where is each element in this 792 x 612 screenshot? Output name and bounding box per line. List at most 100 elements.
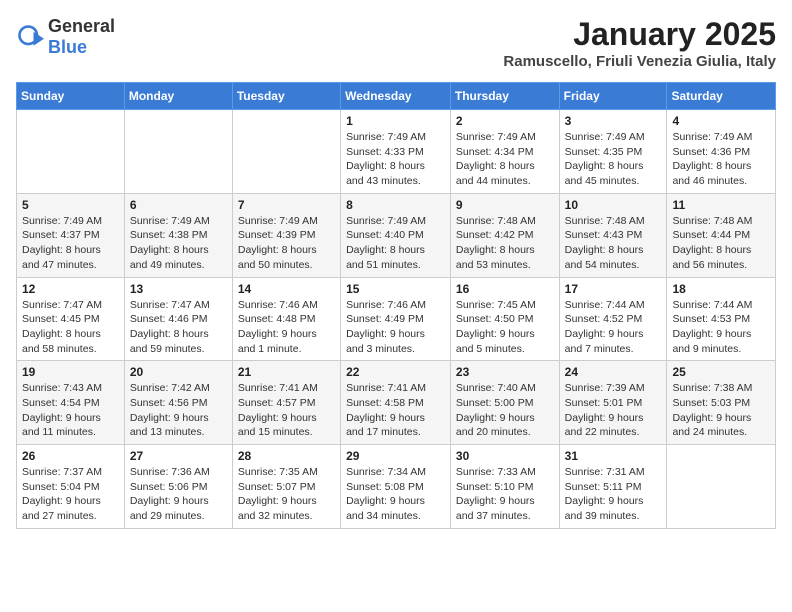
day-number: 26: [22, 449, 119, 463]
day-number: 12: [22, 282, 119, 296]
day-info: Sunrise: 7:41 AM Sunset: 4:58 PM Dayligh…: [346, 381, 445, 440]
day-info: Sunrise: 7:42 AM Sunset: 4:56 PM Dayligh…: [130, 381, 227, 440]
day-number: 19: [22, 365, 119, 379]
calendar-cell: 5 Sunrise: 7:49 AM Sunset: 4:37 PM Daylig…: [17, 193, 125, 277]
day-info: Sunrise: 7:33 AM Sunset: 5:10 PM Dayligh…: [456, 465, 554, 524]
logo: General Blue: [16, 16, 115, 58]
day-number: 9: [456, 198, 554, 212]
day-info: Sunrise: 7:49 AM Sunset: 4:39 PM Dayligh…: [238, 214, 335, 273]
calendar-cell: 16 Sunrise: 7:45 AM Sunset: 4:50 PM Dayli…: [450, 277, 559, 361]
day-number: 1: [346, 114, 445, 128]
header-tuesday: Tuesday: [232, 83, 340, 110]
day-info: Sunrise: 7:48 AM Sunset: 4:42 PM Dayligh…: [456, 214, 554, 273]
day-info: Sunrise: 7:49 AM Sunset: 4:38 PM Dayligh…: [130, 214, 227, 273]
day-info: Sunrise: 7:41 AM Sunset: 4:57 PM Dayligh…: [238, 381, 335, 440]
calendar-cell: 4 Sunrise: 7:49 AM Sunset: 4:36 PM Daylig…: [667, 110, 776, 194]
day-number: 17: [565, 282, 662, 296]
calendar-cell: 23 Sunrise: 7:40 AM Sunset: 5:00 PM Dayli…: [450, 361, 559, 445]
calendar-cell: 3 Sunrise: 7:49 AM Sunset: 4:35 PM Daylig…: [559, 110, 667, 194]
calendar-cell: 26 Sunrise: 7:37 AM Sunset: 5:04 PM Dayli…: [17, 445, 125, 529]
calendar-cell: [667, 445, 776, 529]
header-saturday: Saturday: [667, 83, 776, 110]
calendar-cell: 9 Sunrise: 7:48 AM Sunset: 4:42 PM Daylig…: [450, 193, 559, 277]
day-info: Sunrise: 7:31 AM Sunset: 5:11 PM Dayligh…: [565, 465, 662, 524]
day-info: Sunrise: 7:49 AM Sunset: 4:34 PM Dayligh…: [456, 130, 554, 189]
day-info: Sunrise: 7:45 AM Sunset: 4:50 PM Dayligh…: [456, 298, 554, 357]
calendar-cell: 7 Sunrise: 7:49 AM Sunset: 4:39 PM Daylig…: [232, 193, 340, 277]
day-info: Sunrise: 7:47 AM Sunset: 4:46 PM Dayligh…: [130, 298, 227, 357]
day-number: 21: [238, 365, 335, 379]
day-number: 24: [565, 365, 662, 379]
day-info: Sunrise: 7:44 AM Sunset: 4:53 PM Dayligh…: [672, 298, 770, 357]
day-info: Sunrise: 7:43 AM Sunset: 4:54 PM Dayligh…: [22, 381, 119, 440]
day-number: 14: [238, 282, 335, 296]
calendar-cell: 10Sunrise: 7:48 AM Sunset: 4:43 PM Dayli…: [559, 193, 667, 277]
header-friday: Friday: [559, 83, 667, 110]
calendar-cell: 30 Sunrise: 7:33 AM Sunset: 5:10 PM Dayli…: [450, 445, 559, 529]
day-info: Sunrise: 7:49 AM Sunset: 4:35 PM Dayligh…: [565, 130, 662, 189]
day-number: 29: [346, 449, 445, 463]
day-info: Sunrise: 7:47 AM Sunset: 4:45 PM Dayligh…: [22, 298, 119, 357]
calendar-cell: 13 Sunrise: 7:47 AM Sunset: 4:46 PM Dayli…: [124, 277, 232, 361]
header-wednesday: Wednesday: [341, 83, 451, 110]
day-number: 11: [672, 198, 770, 212]
day-number: 16: [456, 282, 554, 296]
calendar-cell: 19 Sunrise: 7:43 AM Sunset: 4:54 PM Dayli…: [17, 361, 125, 445]
day-number: 25: [672, 365, 770, 379]
day-info: Sunrise: 7:49 AM Sunset: 4:40 PM Dayligh…: [346, 214, 445, 273]
calendar-cell: 31 Sunrise: 7:31 AM Sunset: 5:11 PM Dayli…: [559, 445, 667, 529]
calendar-cell: 24Sunrise: 7:39 AM Sunset: 5:01 PM Dayli…: [559, 361, 667, 445]
day-info: Sunrise: 7:49 AM Sunset: 4:37 PM Dayligh…: [22, 214, 119, 273]
day-number: 30: [456, 449, 554, 463]
day-info: Sunrise: 7:49 AM Sunset: 4:33 PM Dayligh…: [346, 130, 445, 189]
calendar-subtitle: Ramuscello, Friuli Venezia Giulia, Italy: [503, 53, 776, 70]
calendar-cell: 28Sunrise: 7:35 AM Sunset: 5:07 PM Dayli…: [232, 445, 340, 529]
calendar-cell: 17 Sunrise: 7:44 AM Sunset: 4:52 PM Dayli…: [559, 277, 667, 361]
day-number: 27: [130, 449, 227, 463]
day-info: Sunrise: 7:40 AM Sunset: 5:00 PM Dayligh…: [456, 381, 554, 440]
day-info: Sunrise: 7:48 AM Sunset: 4:43 PM Dayligh…: [565, 214, 662, 273]
calendar-cell: 1 Sunrise: 7:49 AM Sunset: 4:33 PM Daylig…: [341, 110, 451, 194]
calendar-cell: 11 Sunrise: 7:48 AM Sunset: 4:44 PM Dayli…: [667, 193, 776, 277]
day-info: Sunrise: 7:34 AM Sunset: 5:08 PM Dayligh…: [346, 465, 445, 524]
day-number: 15: [346, 282, 445, 296]
calendar-title: January 2025: [503, 16, 776, 53]
calendar-cell: [17, 110, 125, 194]
logo-text-blue: Blue: [48, 37, 87, 57]
calendar-week-row: 5 Sunrise: 7:49 AM Sunset: 4:37 PM Daylig…: [17, 193, 776, 277]
day-number: 7: [238, 198, 335, 212]
day-number: 3: [565, 114, 662, 128]
day-number: 31: [565, 449, 662, 463]
calendar-cell: 20Sunrise: 7:42 AM Sunset: 4:56 PM Dayli…: [124, 361, 232, 445]
day-number: 13: [130, 282, 227, 296]
day-info: Sunrise: 7:49 AM Sunset: 4:36 PM Dayligh…: [672, 130, 770, 189]
calendar-cell: 27 Sunrise: 7:36 AM Sunset: 5:06 PM Dayli…: [124, 445, 232, 529]
calendar-cell: 12 Sunrise: 7:47 AM Sunset: 4:45 PM Dayli…: [17, 277, 125, 361]
page-header: General Blue January 2025 Ramuscello, Fr…: [16, 16, 776, 70]
day-number: 18: [672, 282, 770, 296]
day-number: 5: [22, 198, 119, 212]
logo-text-general: General: [48, 16, 115, 36]
calendar-cell: 14Sunrise: 7:46 AM Sunset: 4:48 PM Dayli…: [232, 277, 340, 361]
calendar-cell: 8 Sunrise: 7:49 AM Sunset: 4:40 PM Daylig…: [341, 193, 451, 277]
day-number: 4: [672, 114, 770, 128]
day-info: Sunrise: 7:48 AM Sunset: 4:44 PM Dayligh…: [672, 214, 770, 273]
day-info: Sunrise: 7:37 AM Sunset: 5:04 PM Dayligh…: [22, 465, 119, 524]
calendar-cell: 6 Sunrise: 7:49 AM Sunset: 4:38 PM Daylig…: [124, 193, 232, 277]
calendar-cell: 2Sunrise: 7:49 AM Sunset: 4:34 PM Daylig…: [450, 110, 559, 194]
day-info: Sunrise: 7:35 AM Sunset: 5:07 PM Dayligh…: [238, 465, 335, 524]
day-number: 6: [130, 198, 227, 212]
calendar-cell: 21 Sunrise: 7:41 AM Sunset: 4:57 PM Dayli…: [232, 361, 340, 445]
calendar-week-row: 1 Sunrise: 7:49 AM Sunset: 4:33 PM Daylig…: [17, 110, 776, 194]
day-number: 23: [456, 365, 554, 379]
title-area: January 2025 Ramuscello, Friuli Venezia …: [503, 16, 776, 70]
day-number: 8: [346, 198, 445, 212]
calendar-cell: [124, 110, 232, 194]
calendar-week-row: 19 Sunrise: 7:43 AM Sunset: 4:54 PM Dayli…: [17, 361, 776, 445]
day-info: Sunrise: 7:44 AM Sunset: 4:52 PM Dayligh…: [565, 298, 662, 357]
calendar-cell: 18 Sunrise: 7:44 AM Sunset: 4:53 PM Dayli…: [667, 277, 776, 361]
calendar-header-row: SundayMondayTuesdayWednesdayThursdayFrid…: [17, 83, 776, 110]
calendar-cell: 22Sunrise: 7:41 AM Sunset: 4:58 PM Dayli…: [341, 361, 451, 445]
day-info: Sunrise: 7:36 AM Sunset: 5:06 PM Dayligh…: [130, 465, 227, 524]
calendar-cell: 29 Sunrise: 7:34 AM Sunset: 5:08 PM Dayli…: [341, 445, 451, 529]
